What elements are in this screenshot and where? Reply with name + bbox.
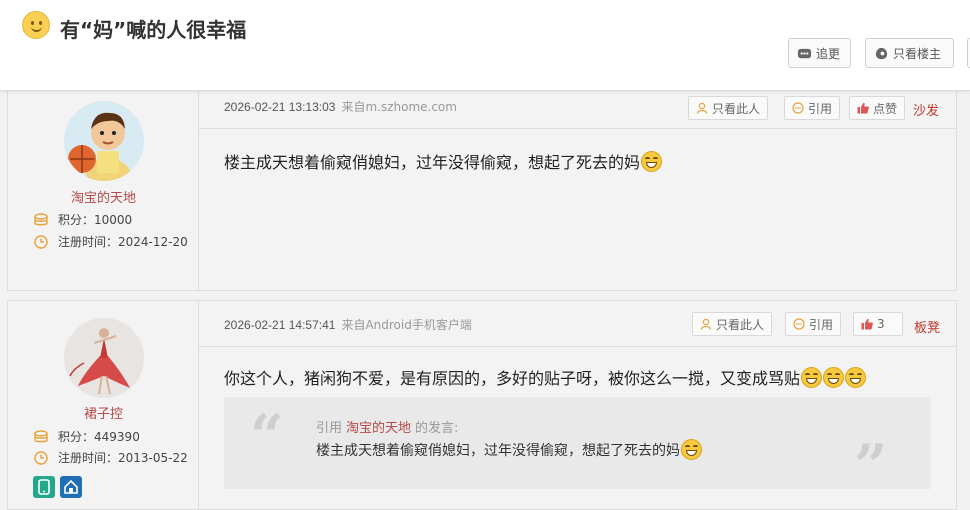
home-badge-icon[interactable] (60, 476, 82, 498)
only-this-label: 只看此人 (712, 101, 761, 116)
avatar-image (64, 101, 144, 181)
only-this-user-button[interactable]: 只看此人 (692, 312, 773, 336)
like-button[interactable]: 点赞 (849, 96, 906, 120)
floor-label[interactable]: 沙发 (913, 100, 939, 119)
follow-button[interactable]: 追更 (788, 38, 851, 68)
clock-icon (34, 450, 48, 465)
only-op-button[interactable]: 只看楼主 (865, 38, 954, 68)
post-time: 2026-02-21 14:57:41 (224, 318, 336, 332)
points-value: 449390 (94, 429, 140, 444)
floor-label[interactable]: 板凳 (914, 317, 940, 336)
points-label: 积分： (58, 213, 95, 227)
only-this-label: 只看此人 (716, 317, 765, 332)
meta-divider (199, 128, 956, 129)
post-item: 裙子控 积分： 449390 注册时间： 2013-05-22 2026-02-21… (7, 300, 957, 510)
author-name[interactable]: 裙子控 (8, 403, 199, 422)
post-text: 你这个人，猪闲狗不爱，是有原因的，多好的贴子呀，被你这么一搅，又变成骂贴 (224, 369, 801, 388)
quote-icon (793, 318, 805, 330)
only-this-user-button[interactable]: 只看此人 (688, 96, 769, 120)
author-panel: 淘宝的天地 积分： 10000 注册时间： 2024-12-20 (8, 86, 199, 290)
post-body: 你这个人，猪闲狗不爱，是有原因的，多好的贴子呀，被你这么一搅，又变成骂贴 (224, 365, 867, 389)
post-content: 2026-02-21 14:57:41 来自Android手机客户端 只看此人 引… (199, 301, 956, 509)
author-points: 积分： 449390 (34, 428, 140, 445)
user-icon (696, 102, 708, 114)
coins-icon (34, 429, 48, 442)
avatar[interactable] (64, 101, 144, 181)
follow-label: 追更 (816, 46, 841, 61)
thumb-up-icon (857, 102, 869, 114)
coins-icon (34, 212, 48, 225)
author-panel: 裙子控 积分： 449390 注册时间： 2013-05-22 (8, 301, 199, 509)
author-points: 积分： 10000 (34, 211, 132, 228)
register-value: 2024-12-20 (118, 234, 188, 249)
thumb-up-icon (861, 318, 873, 330)
thread-title: 有“妈”喊的人很幸福 (60, 18, 247, 42)
comment-icon (797, 48, 812, 58)
mobile-badge-icon[interactable] (33, 476, 55, 498)
post-item: 淘宝的天地 积分： 10000 注册时间： 2024-12-20 2026-02-2… (7, 85, 957, 291)
post-content: 2026-02-21 13:13:03 来自m.szhome.com 只看此人 引… (199, 86, 956, 290)
grin-emoji-icon (681, 439, 702, 460)
grin-emoji-icon (801, 366, 823, 388)
avatar[interactable] (64, 318, 144, 398)
open-quote-icon: “ (250, 402, 284, 470)
like-label: 点赞 (873, 101, 898, 116)
clock-icon (34, 234, 48, 249)
meta-divider (199, 346, 956, 347)
grin-emoji-icon (641, 150, 663, 172)
quote-text: 楼主成天想着偷窥俏媳妇，过年没得偷窥，想起了死去的妈 (316, 442, 680, 459)
post-source: 来自m.szhome.com (341, 100, 457, 114)
quote-author-link[interactable]: 淘宝的天地 (346, 421, 411, 436)
quote-body: 楼主成天想着偷窥俏媳妇，过年没得偷窥，想起了死去的妈 (316, 439, 702, 460)
grin-emoji-icon (845, 366, 867, 388)
grin-emoji-icon (823, 366, 845, 388)
post-body: 楼主成天想着偷窥俏媳妇，过年没得偷窥，想起了死去的妈 (224, 149, 663, 173)
author-name[interactable]: 淘宝的天地 (8, 187, 199, 206)
avatar-image (64, 318, 144, 398)
register-label: 注册时间： (58, 235, 119, 249)
smiley-icon (22, 11, 50, 39)
register-label: 注册时间： (58, 451, 119, 465)
only-op-label: 只看楼主 (893, 46, 942, 61)
quote-header: 引用 淘宝的天地 的发言: (316, 417, 458, 436)
post-text: 楼主成天想着偷窥俏媳妇，过年没得偷窥，想起了死去的妈 (224, 153, 641, 172)
quote-block: “ ” 引用 淘宝的天地 的发言: 楼主成天想着偷窥俏媳妇，过年没得偷窥，想起了死去… (224, 397, 931, 495)
author-register-date: 注册时间： 2024-12-20 (34, 233, 188, 250)
eye-icon (875, 47, 888, 59)
like-button[interactable]: 3 (853, 312, 903, 336)
quote-label: 引用 (808, 101, 833, 116)
points-value: 10000 (94, 212, 133, 227)
user-icon (700, 318, 712, 330)
post-source: 来自Android手机客户端 (341, 318, 472, 332)
post-time: 2026-02-21 13:13:03 (224, 100, 336, 114)
thread-header: 有“妈”喊的人很幸福 追更 只看楼主 (0, 0, 970, 91)
close-quote-icon: ” (854, 432, 888, 500)
quote-button[interactable]: 引用 (785, 312, 842, 336)
like-count: 3 (877, 317, 885, 331)
quote-suffix: 的发言: (415, 421, 459, 436)
quote-button[interactable]: 引用 (784, 96, 841, 120)
register-value: 2013-05-22 (118, 450, 188, 465)
quote-prefix: 引用 (316, 421, 343, 436)
points-label: 积分： (58, 430, 95, 444)
quote-icon (792, 102, 804, 114)
author-register-date: 注册时间： 2013-05-22 (34, 449, 188, 466)
quote-label: 引用 (809, 317, 834, 332)
